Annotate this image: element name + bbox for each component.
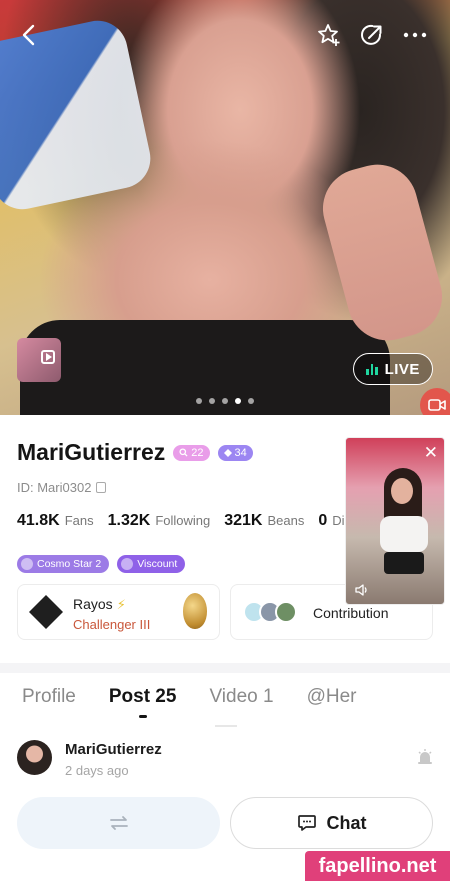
following-label: Following [155, 513, 211, 528]
family-name: Rayos [73, 596, 113, 612]
viscount-tag[interactable]: Viscount [117, 555, 186, 573]
video-frame [376, 468, 431, 588]
profile-name: MariGutierrez [17, 439, 166, 465]
more-button[interactable] [398, 18, 432, 52]
carousel-dot[interactable] [235, 398, 241, 404]
tab-video[interactable]: Video 1 [209, 686, 273, 708]
video-camera-icon [428, 399, 446, 411]
user-id-row[interactable]: ID: Mari0302 [17, 480, 107, 495]
family-rank: Challenger III [73, 617, 151, 632]
section-divider [0, 663, 450, 673]
beans-count: 321K [224, 512, 263, 529]
tag-row: Cosmo Star 2 Viscount [17, 555, 186, 573]
fans-count[interactable]: 41.8K [17, 512, 60, 530]
carousel-dot[interactable] [222, 398, 228, 404]
live-label: LIVE [384, 360, 420, 378]
star-add-icon [318, 24, 340, 46]
user-id: ID: Mari0302 [17, 480, 92, 495]
video-thumbnail[interactable] [17, 338, 61, 382]
family-logo-icon [29, 595, 63, 629]
fans-label: Fans [64, 513, 94, 528]
golden-egg-icon [183, 593, 207, 629]
post-author: MariGutierrez [65, 741, 162, 758]
chat-button[interactable]: Chat [230, 797, 433, 849]
live-bars-icon [366, 363, 378, 375]
diamond-icon [223, 448, 232, 457]
tab-scroll-indicator [215, 725, 237, 727]
follow-toggle-button[interactable] [17, 797, 220, 849]
beans-label: Beans [267, 513, 305, 528]
swap-icon [109, 816, 128, 830]
viscount-label: Viscount [137, 558, 178, 570]
chat-icon [297, 815, 316, 831]
carousel-dot[interactable] [196, 398, 202, 404]
back-button[interactable] [12, 18, 46, 52]
stats-row: 41.8KFans 1.32KFollowing 321KBeans 0Diam… [17, 512, 391, 530]
share-icon [361, 24, 382, 45]
post-header[interactable]: MariGutierrez 2 days ago [17, 738, 437, 780]
level-badge-value: 22 [191, 446, 204, 459]
carousel-dot[interactable] [248, 398, 254, 404]
cosmo-star-label: Cosmo Star 2 [37, 558, 102, 570]
top-bar [0, 0, 450, 66]
back-icon [22, 24, 35, 46]
following-count[interactable]: 1.32K [108, 512, 151, 530]
tab-post[interactable]: Post 25 [109, 686, 176, 718]
chat-label: Chat [326, 812, 367, 833]
share-button[interactable] [355, 18, 389, 52]
contributor-avatars [243, 601, 297, 623]
name-row: MariGutierrez 22 34 [17, 439, 253, 466]
profile-screen: LIVE MariGutierrez 22 34 ID: Mari0302 41… [0, 0, 450, 881]
speaker-icon[interactable] [354, 582, 370, 598]
live-button[interactable]: LIVE [353, 353, 433, 385]
copy-icon[interactable] [96, 482, 107, 493]
star-tag-icon [21, 558, 33, 570]
play-icon [41, 350, 55, 364]
diamonds-count: 0 [318, 512, 328, 529]
avatar[interactable] [17, 740, 52, 775]
content-tabs: Profile Post 25 Video 1 @Her [0, 686, 450, 718]
tab-her[interactable]: @Her [307, 686, 357, 708]
family-card[interactable]: Rayos ⚡ Challenger III [17, 584, 220, 640]
close-icon[interactable]: ✕ [424, 444, 438, 461]
contribution-label: Contribution [313, 605, 389, 621]
crown-icon [121, 558, 134, 570]
gem-badge-value: 34 [234, 446, 247, 459]
floating-video-player[interactable]: ✕ [345, 437, 445, 605]
level-badge[interactable]: 22 [173, 444, 210, 461]
search-icon [179, 448, 188, 457]
carousel-dot[interactable] [209, 398, 215, 404]
favorite-button[interactable] [312, 18, 346, 52]
gem-badge[interactable]: 34 [217, 444, 253, 461]
more-icon [403, 32, 427, 38]
cosmo-star-tag[interactable]: Cosmo Star 2 [17, 555, 110, 573]
avatar [275, 601, 297, 623]
post-time: 2 days ago [65, 763, 129, 778]
carousel-indicator [196, 398, 254, 404]
watermark: fapellino.net [305, 851, 450, 881]
lightning-icon: ⚡ [116, 597, 126, 612]
tab-profile[interactable]: Profile [22, 686, 76, 708]
alarm-icon[interactable] [416, 748, 434, 766]
